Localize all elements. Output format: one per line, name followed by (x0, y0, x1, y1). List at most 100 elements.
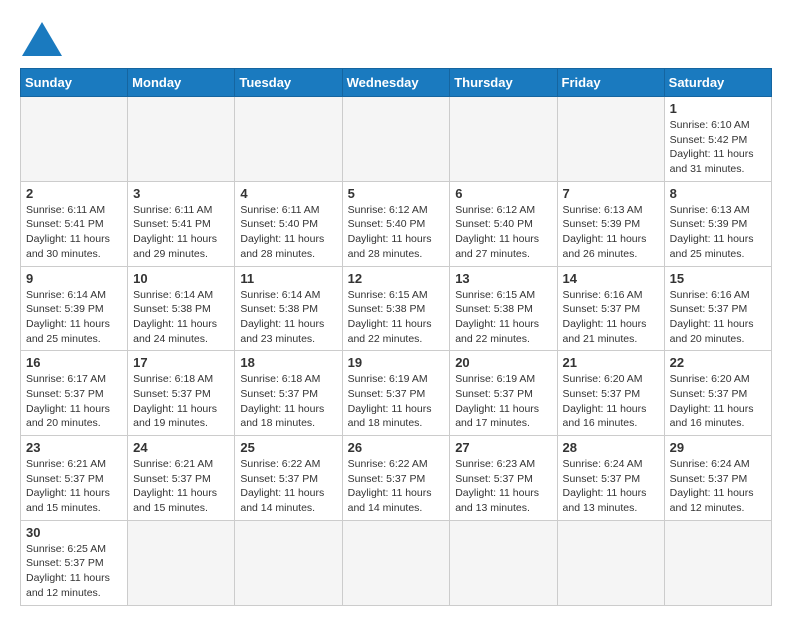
calendar-cell: 2Sunrise: 6:11 AM Sunset: 5:41 PM Daylig… (21, 181, 128, 266)
calendar-cell (557, 520, 664, 605)
calendar-cell: 10Sunrise: 6:14 AM Sunset: 5:38 PM Dayli… (128, 266, 235, 351)
calendar-cell (128, 97, 235, 182)
calendar-cell: 16 Sunrise: 6:17 AM Sunset: 5:37 PM Dayli… (21, 351, 128, 436)
calendar-cell (450, 520, 557, 605)
day-number: 6 (455, 186, 551, 201)
weekday-header-monday: Monday (128, 69, 235, 97)
calendar-cell: 1 Sunrise: 6:10 AM Sunset: 5:42 PM Daylig… (664, 97, 771, 182)
calendar-cell: 22 Sunrise: 6:20 AM Sunset: 5:37 PM Dayli… (664, 351, 771, 436)
day-number: 4 (240, 186, 336, 201)
day-number: 23 (26, 440, 122, 455)
day-info: Sunrise: 6:22 AM Sunset: 5:37 PM Dayligh… (240, 457, 336, 516)
day-number: 30 (26, 525, 122, 540)
day-number: 26 (348, 440, 445, 455)
calendar-cell: 21 Sunrise: 6:20 AM Sunset: 5:37 PM Dayli… (557, 351, 664, 436)
calendar-cell: 28 Sunrise: 6:24 AM Sunset: 5:37 PM Dayli… (557, 436, 664, 521)
calendar-cell: 13 Sunrise: 6:15 AM Sunset: 5:38 PM Dayli… (450, 266, 557, 351)
calendar-cell (342, 520, 450, 605)
calendar-cell: 17 Sunrise: 6:18 AM Sunset: 5:37 PM Dayli… (128, 351, 235, 436)
day-info: Sunrise: 6:24 AM Sunset: 5:37 PM Dayligh… (670, 457, 766, 516)
weekday-header-thursday: Thursday (450, 69, 557, 97)
day-info: Sunrise: 6:11 AM Sunset: 5:40 PM Dayligh… (240, 203, 336, 262)
day-number: 22 (670, 355, 766, 370)
day-info: Sunrise: 6:23 AM Sunset: 5:37 PM Dayligh… (455, 457, 551, 516)
day-info: Sunrise: 6:16 AM Sunset: 5:37 PM Dayligh… (670, 288, 766, 347)
page-header (20, 20, 772, 58)
day-info: Sunrise: 6:14 AM Sunset: 5:39 PM Dayligh… (26, 288, 122, 347)
day-number: 28 (563, 440, 659, 455)
day-info: Sunrise: 6:17 AM Sunset: 5:37 PM Dayligh… (26, 372, 122, 431)
day-number: 3 (133, 186, 229, 201)
calendar-cell (128, 520, 235, 605)
weekday-header-row: SundayMondayTuesdayWednesdayThursdayFrid… (21, 69, 772, 97)
day-info: Sunrise: 6:14 AM Sunset: 5:38 PM Dayligh… (240, 288, 336, 347)
calendar-cell (557, 97, 664, 182)
calendar-cell: 26 Sunrise: 6:22 AM Sunset: 5:37 PM Dayli… (342, 436, 450, 521)
calendar-cell (235, 97, 342, 182)
calendar-cell: 19Sunrise: 6:19 AM Sunset: 5:37 PM Dayli… (342, 351, 450, 436)
weekday-header-tuesday: Tuesday (235, 69, 342, 97)
day-info: Sunrise: 6:18 AM Sunset: 5:37 PM Dayligh… (240, 372, 336, 431)
day-info: Sunrise: 6:19 AM Sunset: 5:37 PM Dayligh… (455, 372, 551, 431)
weekday-header-friday: Friday (557, 69, 664, 97)
day-number: 24 (133, 440, 229, 455)
day-info: Sunrise: 6:15 AM Sunset: 5:38 PM Dayligh… (455, 288, 551, 347)
day-number: 17 (133, 355, 229, 370)
day-number: 14 (563, 271, 659, 286)
calendar-cell: 27 Sunrise: 6:23 AM Sunset: 5:37 PM Dayli… (450, 436, 557, 521)
calendar-cell: 6Sunrise: 6:12 AM Sunset: 5:40 PM Daylig… (450, 181, 557, 266)
day-number: 8 (670, 186, 766, 201)
day-info: Sunrise: 6:21 AM Sunset: 5:37 PM Dayligh… (26, 457, 122, 516)
calendar-cell: 9Sunrise: 6:14 AM Sunset: 5:39 PM Daylig… (21, 266, 128, 351)
calendar-cell: 14 Sunrise: 6:16 AM Sunset: 5:37 PM Dayli… (557, 266, 664, 351)
calendar-cell: 25Sunrise: 6:22 AM Sunset: 5:37 PM Dayli… (235, 436, 342, 521)
day-number: 20 (455, 355, 551, 370)
day-number: 2 (26, 186, 122, 201)
calendar-row: 2 Sunrise: 6:11 AM Sunset: 5:41 PM Daylig… (21, 181, 772, 266)
day-number: 18 (240, 355, 336, 370)
weekday-header-sunday: Sunday (21, 69, 128, 97)
day-number: 16 (26, 355, 122, 370)
day-number: 11 (240, 271, 336, 286)
day-info: Sunrise: 6:14 AM Sunset: 5:38 PM Dayligh… (133, 288, 229, 347)
day-number: 27 (455, 440, 551, 455)
calendar-cell (235, 520, 342, 605)
calendar-cell (664, 520, 771, 605)
day-number: 29 (670, 440, 766, 455)
calendar-cell: 4 Sunrise: 6:11 AM Sunset: 5:40 PM Daylig… (235, 181, 342, 266)
day-number: 21 (563, 355, 659, 370)
calendar-cell (450, 97, 557, 182)
day-number: 7 (563, 186, 659, 201)
day-info: Sunrise: 6:20 AM Sunset: 5:37 PM Dayligh… (670, 372, 766, 431)
day-info: Sunrise: 6:24 AM Sunset: 5:37 PM Dayligh… (563, 457, 659, 516)
day-number: 12 (348, 271, 445, 286)
day-number: 1 (670, 101, 766, 116)
day-info: Sunrise: 6:10 AM Sunset: 5:42 PM Dayligh… (670, 118, 766, 177)
day-number: 13 (455, 271, 551, 286)
calendar-cell: 3 Sunrise: 6:11 AM Sunset: 5:41 PM Daylig… (128, 181, 235, 266)
day-info: Sunrise: 6:11 AM Sunset: 5:41 PM Dayligh… (133, 203, 229, 262)
calendar-row: 30 Sunrise: 6:25 AM Sunset: 5:37 PM Dayli… (21, 520, 772, 605)
day-number: 5 (348, 186, 445, 201)
day-info: Sunrise: 6:16 AM Sunset: 5:37 PM Dayligh… (563, 288, 659, 347)
day-info: Sunrise: 6:21 AM Sunset: 5:37 PM Dayligh… (133, 457, 229, 516)
day-number: 15 (670, 271, 766, 286)
logo (20, 20, 66, 58)
calendar-cell: 7Sunrise: 6:13 AM Sunset: 5:39 PM Daylig… (557, 181, 664, 266)
day-number: 19 (348, 355, 445, 370)
calendar-cell: 30 Sunrise: 6:25 AM Sunset: 5:37 PM Dayli… (21, 520, 128, 605)
day-info: Sunrise: 6:20 AM Sunset: 5:37 PM Dayligh… (563, 372, 659, 431)
calendar-cell: 8 Sunrise: 6:13 AM Sunset: 5:39 PM Daylig… (664, 181, 771, 266)
calendar-cell (21, 97, 128, 182)
calendar-cell: 18 Sunrise: 6:18 AM Sunset: 5:37 PM Dayli… (235, 351, 342, 436)
calendar-table: SundayMondayTuesdayWednesdayThursdayFrid… (20, 68, 772, 606)
day-info: Sunrise: 6:25 AM Sunset: 5:37 PM Dayligh… (26, 542, 122, 601)
calendar-cell: 24 Sunrise: 6:21 AM Sunset: 5:37 PM Dayli… (128, 436, 235, 521)
day-info: Sunrise: 6:13 AM Sunset: 5:39 PM Dayligh… (670, 203, 766, 262)
day-info: Sunrise: 6:22 AM Sunset: 5:37 PM Dayligh… (348, 457, 445, 516)
calendar-cell: 11 Sunrise: 6:14 AM Sunset: 5:38 PM Dayli… (235, 266, 342, 351)
calendar-row: 23 Sunrise: 6:21 AM Sunset: 5:37 PM Dayli… (21, 436, 772, 521)
day-info: Sunrise: 6:18 AM Sunset: 5:37 PM Dayligh… (133, 372, 229, 431)
weekday-header-saturday: Saturday (664, 69, 771, 97)
calendar-row: 16 Sunrise: 6:17 AM Sunset: 5:37 PM Dayli… (21, 351, 772, 436)
